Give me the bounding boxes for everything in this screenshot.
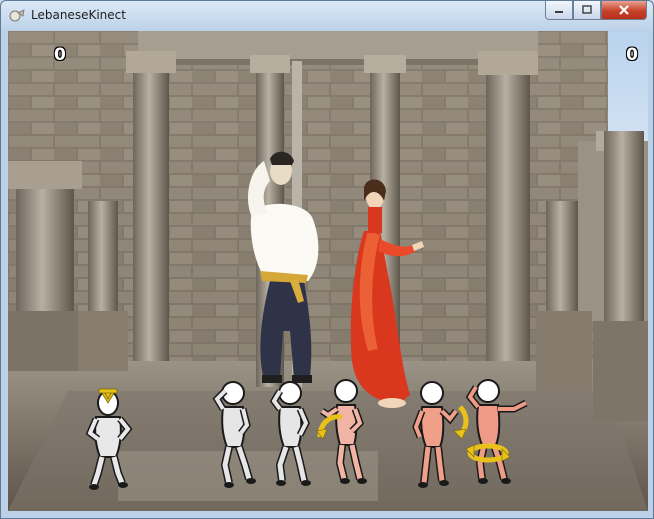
minimize-icon bbox=[555, 11, 563, 13]
maximize-button[interactable] bbox=[573, 1, 601, 20]
close-icon bbox=[619, 5, 629, 15]
app-window: LebaneseKinect 0 0 bbox=[0, 0, 654, 519]
minimize-button[interactable] bbox=[545, 1, 573, 20]
window-title: LebaneseKinect bbox=[31, 8, 126, 22]
game-viewport[interactable]: 0 0 bbox=[8, 31, 648, 511]
player-one-score: 0 bbox=[54, 45, 66, 65]
scene-background bbox=[8, 31, 648, 511]
player-two-score: 0 bbox=[626, 45, 638, 65]
title-bar[interactable]: LebaneseKinect bbox=[1, 1, 653, 31]
close-button[interactable] bbox=[601, 1, 647, 20]
app-icon bbox=[9, 9, 25, 22]
maximize-icon bbox=[582, 5, 592, 14]
